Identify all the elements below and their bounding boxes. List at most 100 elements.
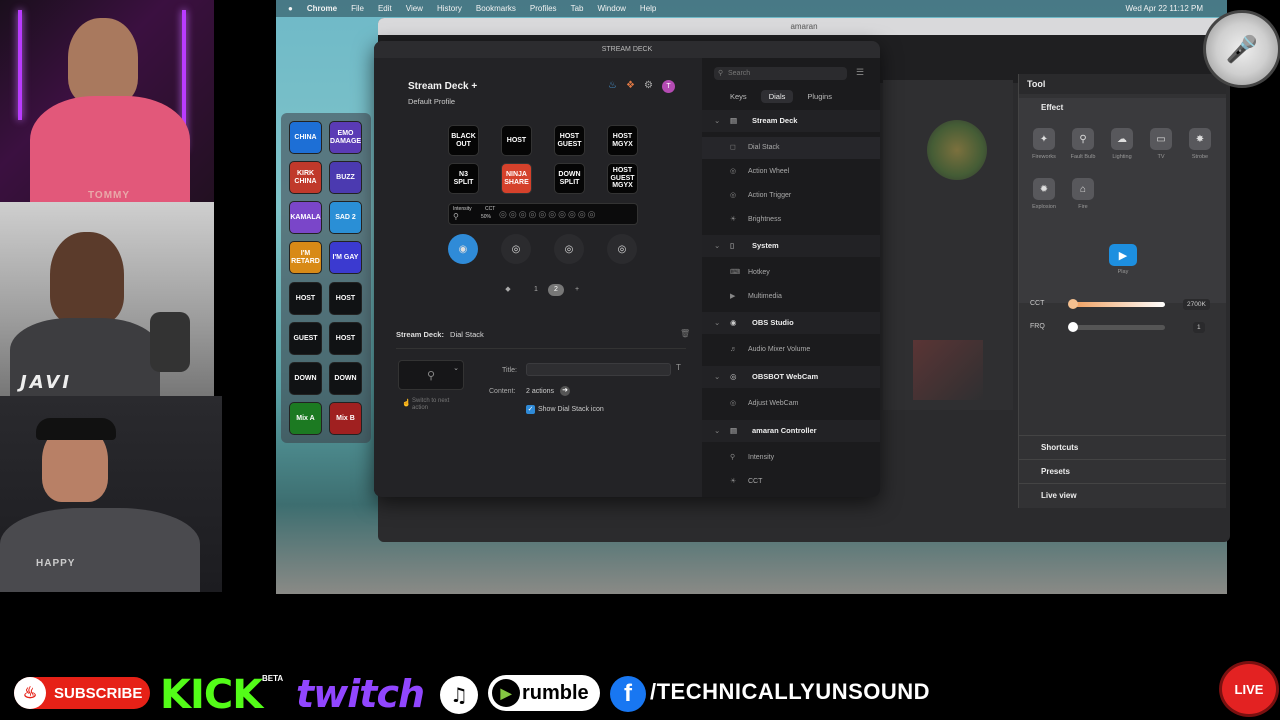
action-item[interactable]: ◎ Action Trigger xyxy=(702,185,880,207)
arrow-right-icon[interactable]: ➜ xyxy=(560,386,570,396)
lighting-icon[interactable]: ☁ xyxy=(1111,128,1133,150)
tab-keys[interactable]: Keys xyxy=(722,90,755,103)
touch-strip[interactable]: Intensity CCT 50% ⚲ ◎◎◎◎◎◎◎◎◎◎ xyxy=(448,203,638,225)
play-button[interactable]: ▶ xyxy=(1109,244,1137,266)
cct-label: CCT xyxy=(1030,300,1045,307)
deck-key[interactable]: HOST MGYX xyxy=(607,125,638,156)
tab-dials[interactable]: Dials xyxy=(760,90,794,103)
content-value[interactable]: 2 actions xyxy=(526,388,554,395)
action-item[interactable]: ☀ CCT xyxy=(702,471,880,493)
category-obsbot-webcam[interactable]: ⌄ ◎ OBSBOT WebCam xyxy=(702,366,880,388)
avatar[interactable]: T xyxy=(662,80,675,93)
fireworks-icon[interactable]: ✦ xyxy=(1033,128,1055,150)
action-item[interactable]: ♬ Audio Mixer Volume xyxy=(702,339,880,361)
deck-key[interactable]: N3 SPLIT xyxy=(448,163,479,194)
trash-icon[interactable]: 🗑 xyxy=(680,329,690,338)
effect-title[interactable]: Effect xyxy=(1041,103,1063,112)
pin-icon[interactable]: ◆ xyxy=(500,284,516,296)
menu-app[interactable]: Chrome xyxy=(307,4,337,13)
deck-key[interactable]: DOWN SPLIT xyxy=(554,163,585,194)
deck-key[interactable]: HOST xyxy=(501,125,532,156)
explosion-icon[interactable]: ✹ xyxy=(1033,178,1055,200)
category-stream-deck[interactable]: ⌄ ▤ Stream Deck xyxy=(702,110,880,132)
cct-slider[interactable] xyxy=(1073,302,1165,307)
icon-preview[interactable]: ⚲ ⌄ xyxy=(398,360,464,390)
action-item[interactable]: ◎ Action Wheel xyxy=(702,161,880,183)
deck-key[interactable]: BLACK OUT xyxy=(448,125,479,156)
frq-slider-knob[interactable] xyxy=(1068,322,1078,332)
list-icon[interactable]: ☰ xyxy=(856,67,864,78)
dial-icon[interactable]: ◎ xyxy=(607,234,637,264)
shirt-text: TOMMY xyxy=(88,190,131,201)
gear-icon[interactable]: ⚙ xyxy=(644,80,653,91)
cct-value[interactable]: 2700K xyxy=(1183,299,1210,310)
page-2[interactable]: 2 xyxy=(548,284,564,296)
action-item[interactable]: ☀ Brightness xyxy=(702,209,880,231)
action-item[interactable]: ⌨ Hotkey xyxy=(702,262,880,284)
menu-profiles[interactable]: Profiles xyxy=(530,4,557,13)
marketplace-icon[interactable]: ❖ xyxy=(626,80,635,91)
font-icon[interactable]: T xyxy=(676,363,681,372)
deck-key[interactable]: HOST GUEST MGYX xyxy=(607,163,638,194)
show-icon-label[interactable]: Show Dial Stack icon xyxy=(538,406,604,413)
frq-value[interactable]: 1 xyxy=(1193,322,1205,333)
menu-tab[interactable]: Tab xyxy=(571,4,584,13)
action-item[interactable]: ⚲ Intensity xyxy=(702,447,880,469)
mac-menubar: ● Chrome File Edit View History Bookmark… xyxy=(276,0,1227,17)
action-label: Adjust WebCam xyxy=(748,400,799,407)
shortcuts-section[interactable]: Shortcuts xyxy=(1019,435,1226,459)
menubar-clock[interactable]: Wed Apr 22 11:12 PM xyxy=(1125,4,1203,13)
device-selector[interactable]: Stream Deck + xyxy=(408,81,477,92)
deck-key[interactable]: NINJA SHARE xyxy=(501,163,532,194)
menu-help[interactable]: Help xyxy=(640,4,656,13)
profile-selector[interactable]: Default Profile xyxy=(408,97,455,106)
action-label: Hotkey xyxy=(748,269,770,276)
action-label: Audio Mixer Volume xyxy=(748,346,811,353)
menu-edit[interactable]: Edit xyxy=(378,4,392,13)
category-amaran-controller[interactable]: ⌄ ▤ amaran Controller xyxy=(702,420,880,442)
hand-icon: ☝ xyxy=(402,400,411,407)
bell-icon[interactable]: ♨ xyxy=(608,80,617,91)
category-system[interactable]: ⌄ ▯ System xyxy=(702,235,880,257)
menu-window[interactable]: Window xyxy=(597,4,625,13)
chevron-down-icon[interactable]: ⌄ xyxy=(453,364,459,372)
live-view-section[interactable]: Live view xyxy=(1019,483,1226,507)
dial-stack-dial[interactable]: ◉ xyxy=(448,234,478,264)
action-item[interactable]: ◻ Dial Stack xyxy=(702,137,880,159)
bell-icon: ♨ xyxy=(14,677,46,709)
category-obs-studio[interactable]: ⌄ ◉ OBS Studio xyxy=(702,312,880,334)
strip-cct: CCT xyxy=(485,206,496,212)
show-icon-checkbox[interactable]: ✓ xyxy=(526,405,535,414)
tv-icon[interactable]: ▭ xyxy=(1150,128,1172,150)
page-1[interactable]: 1 xyxy=(528,284,544,296)
search-input[interactable]: Search xyxy=(714,67,847,80)
action-label: Brightness xyxy=(748,216,782,223)
menu-view[interactable]: View xyxy=(406,4,423,13)
presets-section[interactable]: Presets xyxy=(1019,459,1226,483)
menu-file[interactable]: File xyxy=(351,4,364,13)
add-page-icon[interactable]: + xyxy=(569,284,585,296)
shirt-text: JAVI xyxy=(20,372,73,393)
strobe-icon[interactable]: ✸ xyxy=(1189,128,1211,150)
tab-plugins[interactable]: Plugins xyxy=(799,90,840,103)
menu-history[interactable]: History xyxy=(437,4,462,13)
frq-slider[interactable] xyxy=(1073,325,1165,330)
fault-bulb-icon[interactable]: ⚲ xyxy=(1072,128,1094,150)
social-bar: ♨ SUBSCRIBE KICK BETA twitch ♫ ▶ rumble … xyxy=(0,662,1280,720)
title-input[interactable] xyxy=(526,363,671,376)
amaran-center-panel xyxy=(883,80,1013,410)
stream-deck-canvas: Stream Deck + Default Profile ♨ ❖ ⚙ T BL… xyxy=(374,58,702,497)
action-item[interactable]: ◎ Adjust WebCam xyxy=(702,393,880,415)
fire-icon[interactable]: ⌂ xyxy=(1072,178,1094,200)
switch-label[interactable]: Switch to next action xyxy=(402,398,462,412)
cct-slider-knob[interactable] xyxy=(1068,299,1078,309)
dial-icon[interactable]: ◎ xyxy=(554,234,584,264)
deck-key[interactable]: HOST GUEST xyxy=(554,125,585,156)
tool-panel: Tool Effect ✦ Fireworks ⚲ Fault Bulb ☁ L… xyxy=(1018,74,1226,508)
color-picker[interactable] xyxy=(913,340,983,400)
color-wheel[interactable] xyxy=(927,120,987,180)
apple-icon[interactable]: ● xyxy=(288,4,293,13)
menu-bookmarks[interactable]: Bookmarks xyxy=(476,4,516,13)
action-item[interactable]: ▶ Multimedia xyxy=(702,286,880,308)
dial-icon[interactable]: ◎ xyxy=(501,234,531,264)
